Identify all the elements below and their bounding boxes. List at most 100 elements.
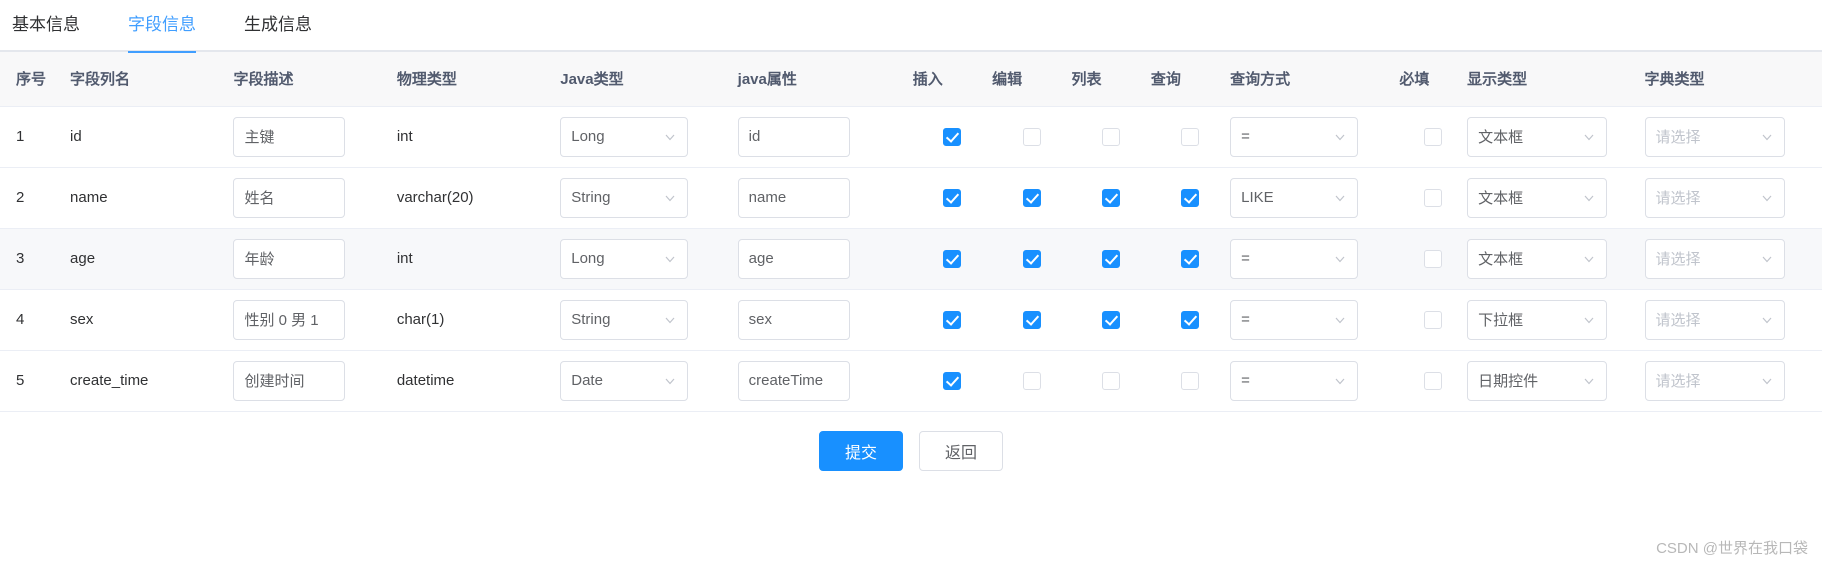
list-checkbox[interactable] [1102, 249, 1121, 268]
column-header-java-property: java属性 [737, 52, 913, 107]
java-type-select[interactable]: String [560, 299, 689, 340]
query-mode-select[interactable]: = [1230, 360, 1359, 401]
java-type-value: Long [571, 250, 605, 267]
insert-checkbox[interactable] [943, 127, 962, 146]
display-type-select[interactable]: 下拉框 [1467, 299, 1608, 340]
display-type-select[interactable]: 文本框 [1467, 238, 1608, 279]
cell-list [1071, 228, 1151, 290]
required-checkbox[interactable] [1424, 249, 1443, 268]
cell-required [1399, 167, 1468, 229]
edit-checkbox[interactable] [1022, 371, 1041, 390]
column-header-required: 必填 [1399, 52, 1468, 107]
java-type-select[interactable]: String [560, 177, 689, 218]
cell-java-type: Date [560, 350, 738, 412]
cell-edit [992, 350, 1072, 412]
chevron-down-icon [663, 252, 677, 266]
cell-dict-type: 请选择 [1644, 289, 1822, 351]
cell-query [1150, 106, 1231, 168]
edit-checkbox[interactable] [1022, 127, 1041, 146]
description-input[interactable]: 姓名 [233, 177, 346, 218]
tab-2[interactable]: 字段信息 [128, 0, 216, 53]
query-mode-value: LIKE [1241, 189, 1274, 206]
display-type-select[interactable]: 文本框 [1467, 116, 1608, 157]
cell-dict-type: 请选择 [1644, 228, 1822, 290]
dict-type-select[interactable]: 请选择 [1644, 238, 1785, 279]
display-type-select[interactable]: 日期控件 [1467, 360, 1608, 401]
query-mode-select[interactable]: = [1230, 116, 1359, 157]
required-checkbox[interactable] [1424, 188, 1443, 207]
tab-1[interactable]: 基本信息 [12, 0, 100, 51]
cell-java-property: createTime [737, 350, 913, 412]
java-type-value: String [571, 189, 611, 206]
table-row: 2 name 姓名 varchar(20) String name LIKE 文本框 请选择 [0, 167, 1822, 229]
row-index: 3 [0, 228, 71, 290]
description-input[interactable]: 创建时间 [233, 360, 346, 401]
table-body: 1 id 主键 int Long id = 文本框 请选择 2 name 姓名 varchar(20) S… [0, 106, 1822, 412]
query-mode-select[interactable]: = [1230, 299, 1359, 340]
display-type-select[interactable]: 文本框 [1467, 177, 1608, 218]
insert-checkbox[interactable] [943, 249, 962, 268]
cell-column-name: id [70, 106, 234, 168]
list-checkbox[interactable] [1102, 127, 1121, 146]
dict-type-select[interactable]: 请选择 [1644, 116, 1785, 157]
java-property-input[interactable]: age [737, 238, 850, 279]
description-input[interactable]: 性别 0 男 1 [233, 299, 346, 340]
dict-type-select[interactable]: 请选择 [1644, 360, 1785, 401]
column-header-dict-type: 字典类型 [1644, 52, 1822, 107]
required-checkbox[interactable] [1424, 371, 1443, 390]
query-checkbox[interactable] [1181, 127, 1200, 146]
cell-display-type: 下拉框 [1467, 289, 1645, 351]
cell-physical-type: char(1) [396, 289, 561, 351]
query-checkbox[interactable] [1181, 249, 1200, 268]
dict-type-select[interactable]: 请选择 [1644, 177, 1785, 218]
required-checkbox[interactable] [1424, 127, 1443, 146]
java-property-input[interactable]: id [737, 116, 850, 157]
java-property-input[interactable]: name [737, 177, 850, 218]
chevron-down-icon [1333, 252, 1347, 266]
cell-edit [992, 167, 1072, 229]
cell-java-type: Long [560, 228, 738, 290]
tab-3[interactable]: 生成信息 [244, 0, 332, 51]
list-checkbox[interactable] [1102, 371, 1121, 390]
submit-button[interactable]: 提交 [819, 430, 903, 471]
java-property-input[interactable]: sex [737, 299, 850, 340]
chevron-down-icon [1582, 252, 1596, 266]
chevron-down-icon [1333, 313, 1347, 327]
cell-display-type: 文本框 [1467, 228, 1645, 290]
cell-description: 姓名 [233, 167, 397, 229]
back-button[interactable]: 返回 [919, 430, 1003, 471]
column-header-query-mode: 查询方式 [1230, 52, 1400, 107]
query-checkbox[interactable] [1181, 371, 1200, 390]
java-property-input[interactable]: createTime [737, 360, 850, 401]
dict-type-select[interactable]: 请选择 [1644, 299, 1785, 340]
insert-checkbox[interactable] [943, 310, 962, 329]
query-checkbox[interactable] [1181, 310, 1200, 329]
cell-insert [912, 106, 993, 168]
query-mode-select[interactable]: = [1230, 238, 1359, 279]
description-input[interactable]: 年龄 [233, 238, 346, 279]
list-checkbox[interactable] [1102, 310, 1121, 329]
query-mode-select[interactable]: LIKE [1230, 177, 1359, 218]
insert-checkbox[interactable] [943, 188, 962, 207]
query-checkbox[interactable] [1181, 188, 1200, 207]
description-input[interactable]: 主键 [233, 116, 346, 157]
java-type-select[interactable]: Long [560, 238, 689, 279]
edit-checkbox[interactable] [1022, 310, 1041, 329]
java-type-select[interactable]: Date [560, 360, 689, 401]
insert-checkbox[interactable] [943, 371, 962, 390]
dict-type-value: 请选择 [1655, 373, 1701, 390]
column-header-physical-type: 物理类型 [396, 52, 561, 107]
list-checkbox[interactable] [1102, 188, 1121, 207]
cell-list [1071, 167, 1151, 229]
column-name-text: id [70, 128, 82, 145]
edit-checkbox[interactable] [1022, 188, 1041, 207]
cell-query-mode: = [1230, 350, 1400, 412]
cell-insert [912, 228, 993, 290]
physical-type-text: datetime [396, 372, 455, 389]
column-header-insert: 插入 [912, 52, 993, 107]
java-type-select[interactable]: Long [560, 116, 689, 157]
required-checkbox[interactable] [1424, 310, 1443, 329]
row-index-text: 1 [16, 128, 25, 145]
edit-checkbox[interactable] [1022, 249, 1041, 268]
cell-required [1399, 106, 1468, 168]
